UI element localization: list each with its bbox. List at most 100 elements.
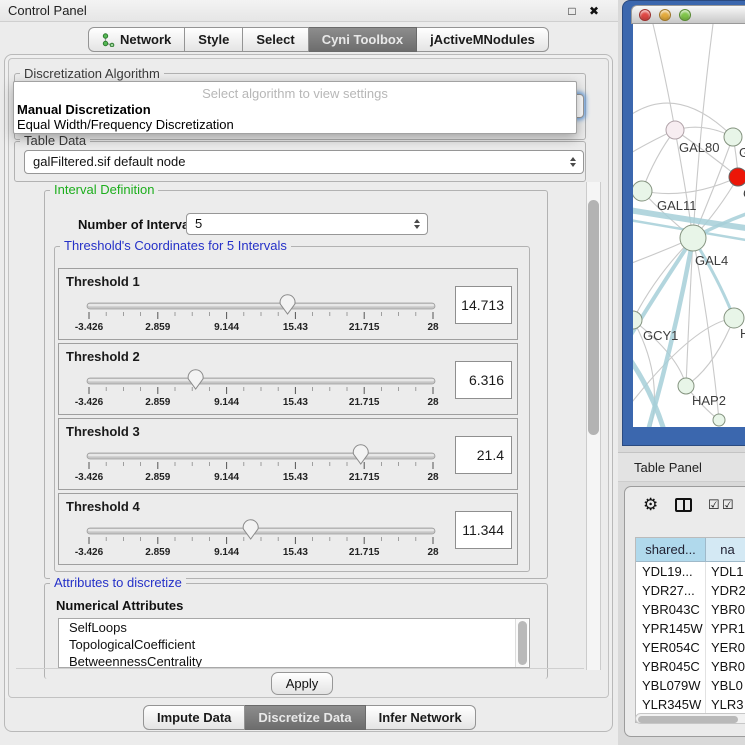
network-node[interactable] [713,414,725,426]
slider-thumb[interactable] [280,295,295,314]
attribute-item[interactable]: TopologicalCoefficient [59,636,529,653]
network-edge[interactable] [653,24,675,130]
right-panel: GAL80GACGAL11GAL4GCY1HHAP2 Table Panel ⚙… [618,0,745,745]
network-node[interactable] [680,225,706,251]
tab-impute-data[interactable]: Impute Data [143,705,245,730]
network-node-label[interactable]: HAP2 [692,393,726,408]
svg-text:9.144: 9.144 [214,472,239,483]
network-node[interactable] [724,308,744,328]
column-header-name[interactable]: na [706,538,745,562]
cell-shared-name: YBR043C [636,600,706,619]
table-row[interactable]: YDL19...YDL1 [636,562,745,581]
cell-shared-name: YDL19... [636,562,706,581]
column-header-shared-name[interactable]: shared... [636,538,706,562]
tab-infer-network[interactable]: Infer Network [366,705,476,730]
interval-definition-group-label: Interval Definition [50,183,158,197]
svg-text:15.43: 15.43 [283,472,308,483]
list-scrollbar-thumb[interactable] [518,621,527,665]
threshold-slider[interactable]: -3.4262.8599.14415.4321.71528 [67,368,447,414]
network-node[interactable] [729,168,745,186]
svg-text:2.859: 2.859 [145,322,170,333]
split-columns-icon[interactable] [675,498,692,512]
close-traffic-light-icon[interactable] [639,9,651,21]
tab-jactivemnodules[interactable]: jActiveMNodules [417,27,549,52]
checkbox-icon[interactable]: ☑ [722,497,734,513]
svg-text:28: 28 [427,547,439,558]
node-table-header: shared... na [636,538,745,562]
network-node-label[interactable]: GA [739,145,745,160]
tab-select[interactable]: Select [243,27,308,52]
threshold-label: Threshold 2 [66,349,140,364]
network-edge[interactable] [686,318,734,386]
table-row[interactable]: YDR27...YDR2 [636,581,745,600]
gear-icon[interactable]: ⚙ [643,495,658,515]
threshold-value-field[interactable]: 14.713 [455,286,512,324]
list-scrollbar[interactable] [515,619,528,667]
network-node[interactable] [678,378,694,394]
threshold-slider[interactable]: -3.4262.8599.14415.4321.71528 [67,293,447,339]
spinner-arrows-icon [414,219,420,229]
tab-discretize-data[interactable]: Discretize Data [245,705,365,730]
cell-shared-name: YPR145W [636,619,706,638]
control-panel: Control Panel □ ✖ NetworkStyleSelectCyni… [0,0,620,745]
table-row[interactable]: YBR043CYBR0 [636,600,745,619]
cell-shared-name: YBL079W [636,676,706,695]
table-hscrollbar-thumb[interactable] [638,716,738,723]
slider-thumb[interactable] [188,370,203,389]
discretization-algorithm-group-label: Discretization Algorithm [20,67,164,81]
slider-thumb[interactable] [353,445,368,464]
numerical-attributes-list[interactable]: SelfLoopsTopologicalCoefficientBetweenne… [58,618,530,668]
attribute-item[interactable]: BetweennessCentrality [59,653,529,668]
panel-scrollbar[interactable] [586,182,601,670]
minimize-traffic-light-icon[interactable] [659,9,671,21]
table-row[interactable]: YER054CYER0 [636,638,745,657]
close-window-icon[interactable]: ✖ [586,3,602,19]
panel-scrollbar-thumb[interactable] [588,200,599,435]
table-row[interactable]: YBR045CYBR0 [636,657,745,676]
network-node-label[interactable]: GAL80 [679,140,719,155]
network-window-titlebar[interactable] [631,5,745,24]
dropdown-option-manual-discretization[interactable]: Manual Discretization [14,102,576,117]
tab-label: Network [120,32,171,47]
tab-cyni-toolbox[interactable]: Cyni Toolbox [309,27,417,52]
table-horizontal-scrollbar[interactable] [635,713,745,724]
svg-text:9.144: 9.144 [214,322,239,333]
node-table[interactable]: shared... na YDL19...YDL1YDR27...YDR2YBR… [635,537,745,723]
threshold-value-field[interactable]: 21.4 [455,436,512,474]
cell-shared-name: YBR045C [636,657,706,676]
network-node-label[interactable]: H [740,326,745,341]
threshold-value-field[interactable]: 6.316 [455,361,512,399]
float-window-icon[interactable]: □ [564,3,580,19]
cell-shared-name: YLR345W [636,695,706,714]
threshold-value-field[interactable]: 11.344 [455,511,512,549]
cell-name: YDL1 [706,562,745,581]
number-of-intervals-spinner[interactable]: 5 [186,213,428,235]
tab-style[interactable]: Style [185,27,243,52]
apply-button[interactable]: Apply [271,672,333,695]
cell-name: YPR1 [706,619,745,638]
network-node[interactable] [633,181,652,201]
tab-network[interactable]: Network [88,27,185,52]
table-data-value: galFiltered.sif default node [33,154,185,169]
attribute-item[interactable]: SelfLoops [59,619,529,636]
table-row[interactable]: YPR145WYPR1 [636,619,745,638]
network-canvas[interactable]: GAL80GACGAL11GAL4GCY1HHAP2 [633,24,745,427]
network-node-label[interactable]: GAL4 [695,253,728,268]
dropdown-option-equal-width[interactable]: Equal Width/Frequency Discretization [14,117,576,132]
table-row[interactable]: YLR345WYLR3 [636,695,745,714]
network-edge[interactable] [642,177,738,194]
control-panel-tab-bar: Network StyleSelectCyni ToolboxjActiveMNo… [88,27,549,52]
checkbox-icon[interactable]: ☑ [708,497,720,513]
dropdown-placeholder-item[interactable]: Select algorithm to view settings [14,85,576,102]
threshold-slider[interactable]: -3.4262.8599.14415.4321.71528 [67,443,447,489]
network-node-label[interactable]: GAL11 [657,198,697,213]
threshold-slider[interactable]: -3.4262.8599.14415.4321.71528 [67,518,447,564]
network-node[interactable] [666,121,684,139]
network-node-label[interactable]: GCY1 [643,328,678,343]
zoom-traffic-light-icon[interactable] [679,9,691,21]
network-node[interactable] [724,128,742,146]
table-row[interactable]: YBL079WYBL0 [636,676,745,695]
svg-text:21.715: 21.715 [349,322,380,333]
table-data-combobox[interactable]: galFiltered.sif default node [24,150,584,174]
slider-thumb[interactable] [243,520,258,539]
